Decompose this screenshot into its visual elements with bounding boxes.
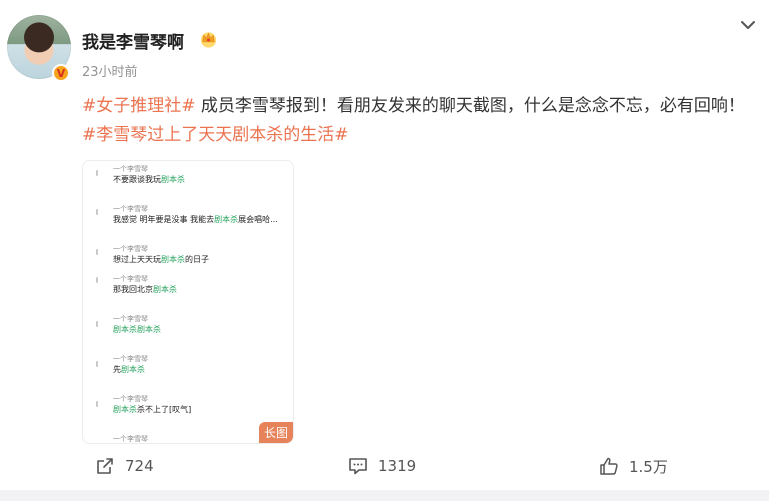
repost-icon [97, 458, 113, 474]
chat-sender: 一个李雪琴 [113, 205, 148, 213]
comment-icon [349, 458, 367, 475]
comment-button[interactable]: 1319 [348, 456, 416, 476]
chat-message-text: 我感觉 明年要是没事 我能去剧本杀展会唱哈... [113, 215, 278, 224]
post-time[interactable]: 23小时前 [82, 61, 138, 80]
like-count: 1.5万 [629, 457, 668, 476]
repost-button[interactable]: 724 [95, 456, 154, 476]
chat-avatar-dot [96, 321, 98, 327]
comment-count: 1319 [378, 457, 417, 475]
chat-message-text: 剧本杀杀不上了[叹气] [113, 405, 192, 414]
repost-count: 724 [125, 457, 154, 475]
chat-message-item: 一个李雪琴 那我回北京剧本杀 [83, 269, 293, 310]
hashtag-link[interactable]: #女子推理社# [82, 96, 196, 116]
chat-sender: 一个李雪琴 [113, 355, 148, 363]
chat-sender: 一个李雪琴 [113, 315, 148, 323]
weibo-post-card: V 我是李雪琴啊 23小时前 #女子推理社# 成员李雪琴报到！看朋友发来的聊天截… [0, 0, 769, 490]
chat-message-text: 想过上天天玩剧本杀的日子 [113, 255, 209, 264]
username[interactable]: 我是李雪琴啊 [82, 28, 184, 53]
chat-sender: 一个李雪琴 [113, 435, 148, 443]
long-image-tag: 长图 [258, 422, 293, 443]
chat-message-item: 一个李雪琴 先剧本杀 [83, 349, 293, 390]
like-button[interactable]: 1.5万 [599, 456, 668, 476]
chat-message-text: 那我回北京剧本杀 [113, 285, 177, 294]
chat-message-text: 不要跟谈我玩剧本杀 [113, 175, 185, 184]
chat-message-item: 一个李雪琴 剧本杀剧本杀 [83, 309, 293, 350]
chat-avatar-dot [96, 277, 98, 283]
post-body-text: 成员李雪琴报到！看朋友发来的聊天截图，什么是念念不忘，必有回响！ [195, 96, 745, 116]
chat-sender: 一个李雪琴 [113, 275, 148, 283]
hashtag-link[interactable]: #李雪琴过上了天天剧本杀的生活# [82, 125, 349, 145]
chat-avatar-dot [96, 170, 98, 176]
chat-avatar-dot [96, 249, 98, 255]
chat-avatar-dot [96, 401, 98, 407]
chevron-down-icon[interactable] [738, 15, 758, 35]
verified-badge-icon: V [52, 64, 70, 82]
chat-message-text: 剧本杀剧本杀 [113, 325, 161, 334]
chat-message-text: 先剧本杀 [113, 365, 145, 374]
post-text: #女子推理社# 成员李雪琴报到！看朋友发来的聊天截图，什么是念念不忘，必有回响！… [82, 92, 752, 150]
feed-divider [0, 490, 769, 501]
long-image-thumbnail[interactable]: 一个李雪琴 不要跟谈我玩剧本杀 一个李雪琴 我感觉 明年要是没事 我能去剧本杀展… [82, 160, 294, 444]
chat-sender: 一个李雪琴 [113, 395, 148, 403]
chat-avatar-dot [96, 361, 98, 367]
chat-sender: 一个李雪琴 [113, 165, 148, 173]
chat-message-item: 一个李雪琴 不要跟谈我玩剧本杀 [83, 161, 293, 202]
chat-avatar-dot [96, 209, 98, 215]
chat-sender: 一个李雪琴 [113, 245, 148, 253]
chat-message-item: 一个李雪琴 我感觉 明年要是没事 我能去剧本杀展会唱哈... [83, 199, 293, 242]
thumbs-up-icon [600, 457, 618, 475]
crown-icon [200, 32, 217, 48]
